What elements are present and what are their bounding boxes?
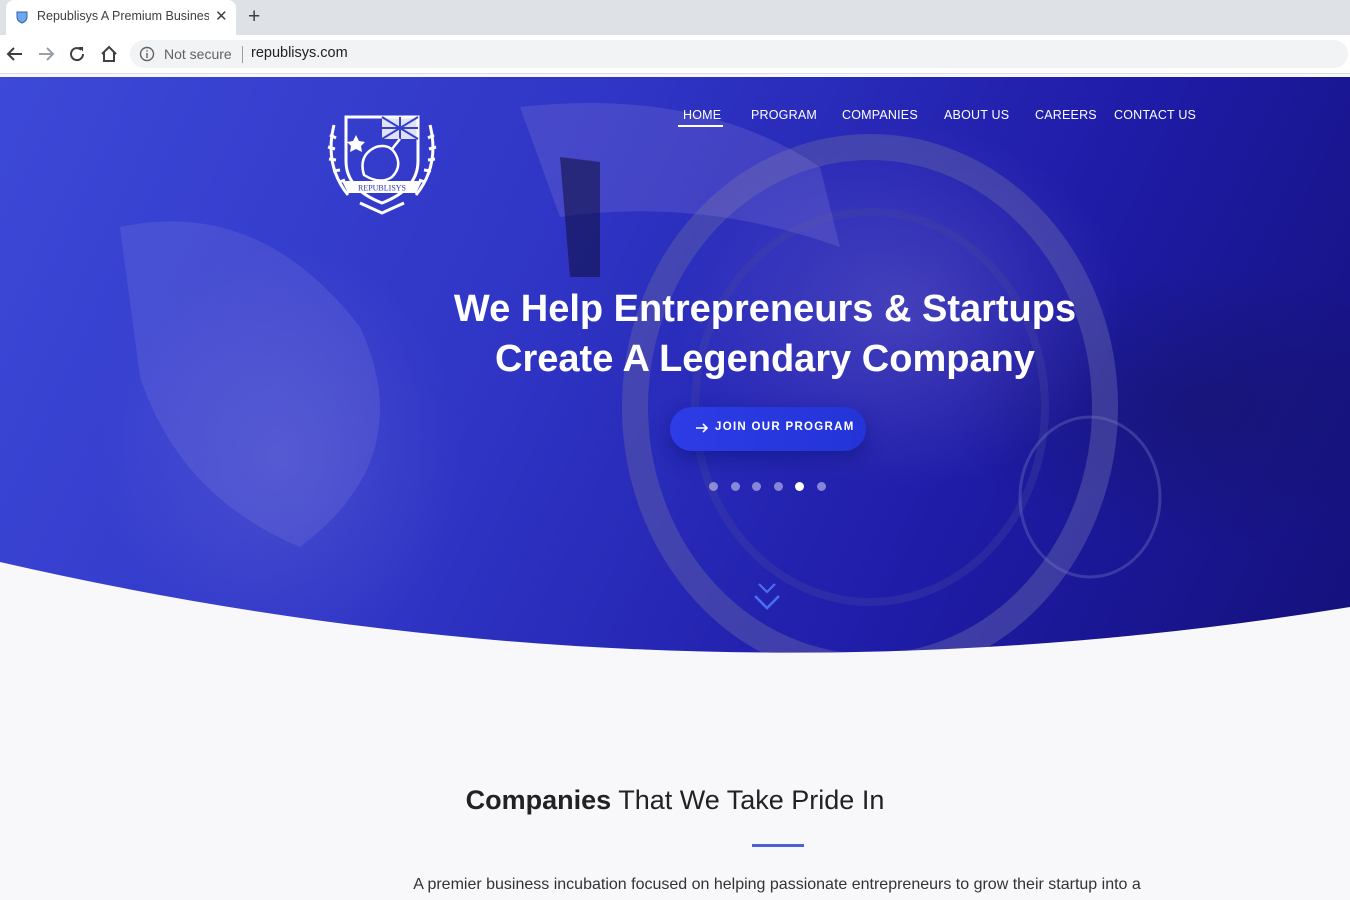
nav-about-us[interactable]: ABOUT US (944, 108, 1009, 122)
address-separator (242, 46, 243, 63)
scroll-down-chevron-icon[interactable] (752, 580, 782, 616)
section-title-bold: Companies (465, 785, 612, 815)
home-icon[interactable] (99, 44, 119, 64)
nav-companies[interactable]: COMPANIES (842, 108, 918, 122)
section-title: Companies That We Take Pride In (0, 785, 1350, 816)
reload-icon[interactable] (67, 44, 87, 64)
nav-careers[interactable]: CAREERS (1035, 108, 1097, 122)
arrow-right-icon (696, 423, 709, 433)
tab-title: Republisys A Premium Business (37, 9, 209, 23)
address-bar[interactable]: Not secure republisys.com (130, 40, 1348, 68)
logo-text: REPUBLISYS (358, 184, 406, 193)
info-icon[interactable] (139, 46, 155, 62)
nav-home[interactable]: HOME (683, 108, 721, 122)
join-program-label: JOIN OUR PROGRAM (715, 421, 855, 433)
browser-toolbar: Not secure republisys.com (0, 35, 1350, 74)
slider-dot[interactable] (752, 482, 761, 491)
nav-program[interactable]: PROGRAM (751, 108, 817, 122)
slider-dot[interactable] (730, 482, 740, 491)
republisys-favicon-icon (16, 11, 28, 24)
title-underline (752, 844, 804, 847)
slider-dot-active[interactable] (795, 482, 804, 491)
browser-tab-strip: Republisys A Premium Business ✕ + (0, 0, 1350, 35)
browser-tab[interactable]: Republisys A Premium Business ✕ (6, 0, 236, 35)
forward-arrow-icon[interactable] (36, 44, 56, 64)
nav-contact-us[interactable]: CONTACT US (1114, 108, 1196, 122)
hero-banner: REPUBLISYS HOME PROGRAM COMPANIES ABOUT … (0, 77, 1350, 677)
back-arrow-icon[interactable] (5, 44, 25, 64)
slider-dot[interactable] (816, 482, 826, 491)
main-nav: HOME PROGRAM COMPANIES ABOUT US CAREERS … (0, 77, 1350, 137)
tab-close-icon[interactable]: ✕ (215, 8, 228, 26)
nav-active-underline (678, 125, 723, 127)
url-text[interactable]: republisys.com (251, 45, 348, 61)
not-secure-label[interactable]: Not secure (164, 46, 232, 62)
headline-line-1: We Help Entrepreneurs & Startups (453, 288, 1077, 330)
headline-line-2: Create A Legendary Company (495, 338, 1035, 380)
hero-headline: We Help Entrepreneurs & Startups Create … (340, 284, 1190, 384)
section-description: A premier business incubation focused on… (413, 876, 1141, 893)
slider-dot[interactable] (773, 482, 783, 491)
section-title-rest: That We Take Pride In (611, 785, 885, 815)
join-program-button[interactable]: JOIN OUR PROGRAM (670, 407, 866, 451)
new-tab-button[interactable]: + (248, 5, 260, 29)
slider-dot[interactable] (709, 482, 718, 491)
